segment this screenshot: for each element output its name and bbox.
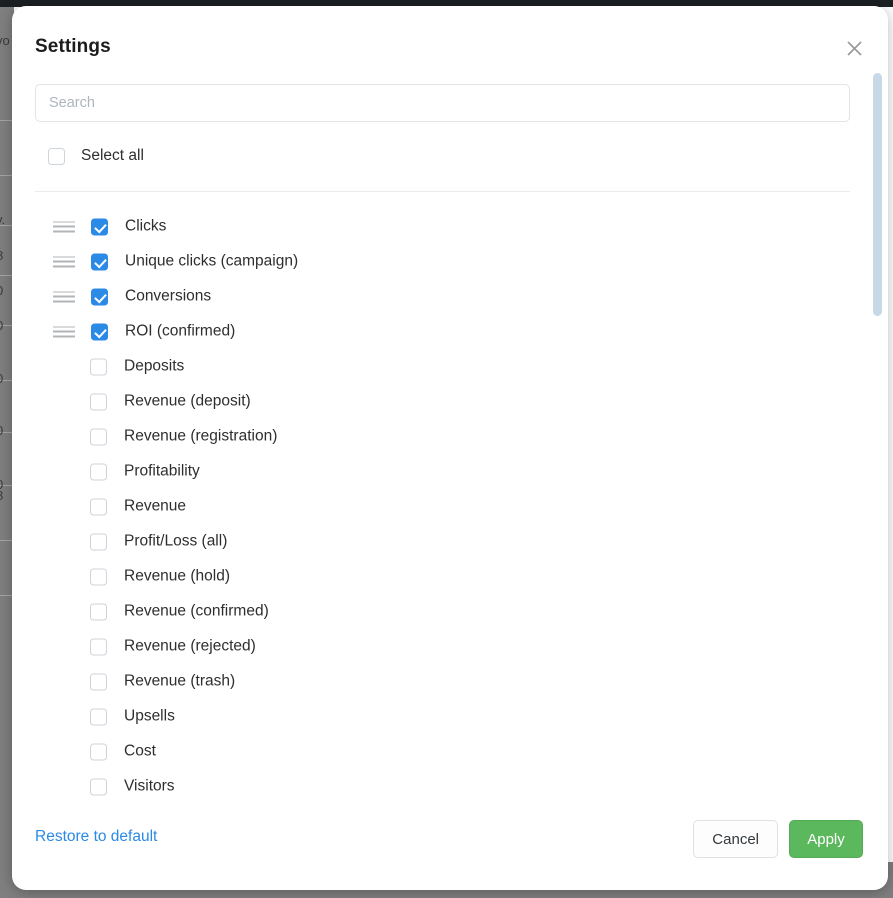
- list-item[interactable]: Unique clicks (campaign): [12, 244, 888, 279]
- option-checkbox[interactable]: [90, 498, 107, 515]
- option-checkbox[interactable]: [90, 533, 107, 550]
- list-item-content: Revenue: [90, 498, 186, 515]
- list-item-content: Profit/Loss (all): [90, 533, 227, 550]
- option-label: Revenue (trash): [124, 672, 236, 690]
- axis-tick-label: 8: [0, 248, 3, 263]
- option-label: Revenue (deposit): [124, 392, 251, 410]
- list-item-content: Revenue (hold): [90, 568, 230, 585]
- option-label: Profit/Loss (all): [124, 532, 228, 550]
- option-label: Cost: [124, 742, 156, 760]
- list-item[interactable]: Visitors: [12, 769, 888, 804]
- option-checkbox[interactable]: [90, 603, 107, 620]
- option-label: Revenue: [124, 497, 187, 515]
- option-checkbox[interactable]: [90, 673, 107, 690]
- drag-handle-icon[interactable]: [53, 291, 75, 302]
- option-checkbox[interactable]: [90, 638, 107, 655]
- modal-scrollbar-thumb[interactable]: [873, 73, 882, 316]
- list-item-content: Clicks: [91, 218, 166, 235]
- list-item[interactable]: Revenue: [12, 489, 888, 524]
- restore-to-default-link[interactable]: Restore to default: [35, 828, 157, 846]
- drag-handle-icon[interactable]: [53, 256, 75, 267]
- list-item[interactable]: Deposits: [12, 349, 888, 384]
- axis-tick-label: v.: [0, 212, 6, 227]
- apply-button[interactable]: Apply: [789, 820, 863, 858]
- option-checkbox[interactable]: [91, 253, 108, 270]
- modal-header: Settings: [12, 6, 888, 72]
- list-item-content: Cost: [90, 743, 156, 760]
- option-checkbox[interactable]: [90, 708, 107, 725]
- list-item-content: Unique clicks (campaign): [91, 253, 298, 270]
- settings-modal: Settings Select all Clicks Unique clicks …: [12, 6, 888, 890]
- list-item-content: Revenue (trash): [90, 673, 235, 690]
- option-checkbox[interactable]: [90, 358, 107, 375]
- header-divider: [35, 191, 850, 192]
- drag-handle-icon[interactable]: [53, 221, 75, 232]
- option-label: Clicks: [125, 217, 167, 235]
- option-label: ROI (confirmed): [125, 322, 236, 340]
- option-checkbox[interactable]: [90, 778, 107, 795]
- option-label: Revenue (rejected): [124, 637, 256, 655]
- select-all-label: Select all: [81, 147, 144, 164]
- axis-tick-label: vo: [0, 33, 10, 48]
- option-checkbox[interactable]: [91, 288, 108, 305]
- list-item[interactable]: Profitability: [12, 454, 888, 489]
- option-label: Conversions: [125, 287, 212, 305]
- list-item-content: Upsells: [90, 708, 175, 725]
- list-item[interactable]: Clicks: [12, 209, 888, 244]
- option-checkbox[interactable]: [90, 463, 107, 480]
- axis-tick-label: 0: [0, 318, 3, 333]
- search-field-wrapper: [35, 84, 850, 122]
- cancel-button[interactable]: Cancel: [693, 820, 778, 858]
- option-checkbox[interactable]: [90, 743, 107, 760]
- list-item-content: Revenue (deposit): [90, 393, 251, 410]
- option-label: Deposits: [124, 357, 185, 375]
- option-label: Visitors: [124, 777, 175, 795]
- option-checkbox[interactable]: [90, 568, 107, 585]
- option-checkbox[interactable]: [90, 393, 107, 410]
- list-item-content: Revenue (confirmed): [90, 603, 269, 620]
- option-checkbox[interactable]: [90, 428, 107, 445]
- list-item-content: Conversions: [91, 288, 211, 305]
- list-item-content: Profitability: [90, 463, 200, 480]
- list-item[interactable]: Cost: [12, 734, 888, 769]
- option-label: Revenue (hold): [124, 567, 230, 585]
- axis-tick-label: 8: [0, 488, 3, 503]
- page-title: Settings: [35, 36, 111, 57]
- drag-handle-icon[interactable]: [53, 326, 75, 337]
- axis-tick-label: 0: [0, 283, 3, 298]
- list-item-content: Revenue (rejected): [90, 638, 256, 655]
- list-item[interactable]: Profit/Loss (all): [12, 524, 888, 559]
- select-all-checkbox[interactable]: [48, 147, 65, 165]
- list-item[interactable]: Revenue (rejected): [12, 629, 888, 664]
- option-label: Revenue (confirmed): [124, 602, 269, 620]
- option-label: Upsells: [124, 707, 175, 725]
- list-item[interactable]: Revenue (deposit): [12, 384, 888, 419]
- select-all-row[interactable]: Select all: [48, 147, 144, 165]
- metrics-option-list: Clicks Unique clicks (campaign) Conversion…: [12, 209, 888, 809]
- list-item[interactable]: Revenue (trash): [12, 664, 888, 699]
- option-checkbox[interactable]: [91, 218, 108, 235]
- list-item[interactable]: Revenue (hold): [12, 559, 888, 594]
- option-label: Profitability: [124, 462, 200, 480]
- list-item[interactable]: Conversions: [12, 279, 888, 314]
- modal-footer: Restore to default Cancel Apply: [12, 808, 888, 890]
- axis-tick-label: 0: [0, 371, 3, 386]
- list-item[interactable]: Upsells: [12, 699, 888, 734]
- list-item-content: ROI (confirmed): [91, 323, 235, 340]
- list-item-content: Deposits: [90, 358, 184, 375]
- option-label: Revenue (registration): [124, 427, 278, 445]
- list-item-content: Revenue (registration): [90, 428, 277, 445]
- list-item[interactable]: Revenue (confirmed): [12, 594, 888, 629]
- close-icon[interactable]: [841, 35, 867, 61]
- list-item[interactable]: Revenue (registration): [12, 419, 888, 454]
- option-label: Unique clicks (campaign): [125, 252, 299, 270]
- list-item[interactable]: ROI (confirmed): [12, 314, 888, 349]
- list-item-content: Visitors: [90, 778, 175, 795]
- axis-tick-label: 0: [0, 423, 3, 438]
- option-checkbox[interactable]: [91, 323, 108, 340]
- search-input[interactable]: [35, 84, 850, 122]
